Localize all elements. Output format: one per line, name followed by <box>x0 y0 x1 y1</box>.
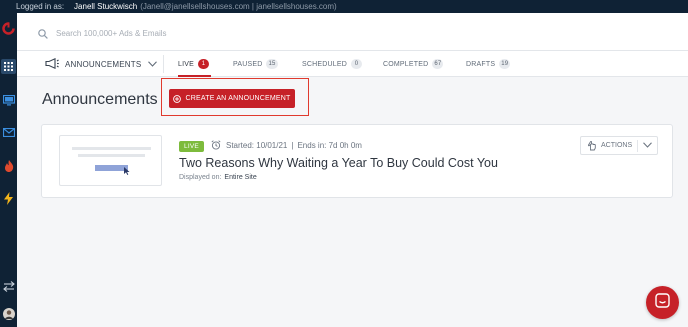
ends-in: Ends in: 7d 0h 0m <box>297 140 362 150</box>
swap-arrows-icon[interactable] <box>1 279 16 294</box>
logo-icon[interactable] <box>1 21 16 36</box>
tab-count-badge: 1 <box>197 59 209 69</box>
apps-grid-icon[interactable] <box>1 59 16 74</box>
create-announcement-label: CREATE AN ANNOUNCEMENT <box>185 95 291 102</box>
displayed-on: Displayed on: Entire Site <box>179 174 257 181</box>
logged-in-label: Logged in as: <box>16 2 65 11</box>
alarm-clock-icon <box>211 140 221 150</box>
tab-label: DRAFTS <box>466 60 496 68</box>
tab-label: PAUSED <box>233 60 263 68</box>
divider <box>163 55 164 73</box>
started-date: Started: 10/01/21 <box>226 140 288 150</box>
chevron-down-icon <box>643 142 652 150</box>
chat-icon <box>655 292 670 313</box>
search-bar <box>17 13 688 51</box>
announcement-schedule: Started: 10/01/21 | Ends in: 7d 0h 0m <box>211 140 362 150</box>
user-avatar[interactable] <box>1 306 16 321</box>
announcement-title[interactable]: Two Reasons Why Waiting a Year To Buy Co… <box>179 156 498 170</box>
divider <box>637 140 638 152</box>
displayed-on-label: Displayed on: <box>179 174 222 181</box>
tab-count-badge: 0 <box>350 59 362 69</box>
fire-icon[interactable] <box>1 158 16 173</box>
announcement-thumbnail[interactable] <box>59 135 162 186</box>
tab-count-badge: 19 <box>499 59 511 69</box>
section-tabs-bar: ANNOUNCEMENTS LIVE 1 PAUSED 15 SCHEDULED 0 … <box>17 51 688 77</box>
tab-paused[interactable]: PAUSED 15 <box>233 51 278 77</box>
tab-count-badge: 67 <box>432 59 444 69</box>
tab-label: LIVE <box>178 60 194 68</box>
monitor-icon[interactable] <box>1 93 16 108</box>
chevron-down-icon <box>148 60 158 69</box>
mail-icon[interactable] <box>1 125 16 140</box>
user-name: Janell Stuckwisch <box>74 2 138 11</box>
section-selector-label: ANNOUNCEMENTS <box>65 59 142 69</box>
bolt-icon[interactable] <box>1 191 16 206</box>
tab-live[interactable]: LIVE 1 <box>178 51 211 77</box>
status-badge: LIVE <box>179 141 204 152</box>
meta-separator: | <box>291 140 294 150</box>
displayed-on-value: Entire Site <box>224 174 257 181</box>
tab-completed[interactable]: COMPLETED 67 <box>383 51 444 77</box>
user-email: (Janell@janellsellshouses.com | janellse… <box>140 2 337 11</box>
tab-scheduled[interactable]: SCHEDULED 0 <box>302 51 362 77</box>
announcement-card[interactable]: LIVE Started: 10/01/21 | Ends in: 7d 0h 0m… <box>41 124 673 198</box>
tab-label: COMPLETED <box>383 60 429 68</box>
tab-count-badge: 15 <box>266 59 278 69</box>
actions-dropdown[interactable]: ACTIONS <box>580 136 658 155</box>
search-input[interactable] <box>56 26 356 40</box>
top-info-bar: Logged in as: Janell Stuckwisch (Janell@ja… <box>0 0 688 13</box>
page-title: Announcements <box>42 91 158 108</box>
pointer-hand-icon <box>587 140 597 151</box>
chat-launcher-button[interactable] <box>646 286 679 319</box>
sidebar <box>0 13 17 327</box>
tab-label: SCHEDULED <box>302 60 347 68</box>
plus-circle-icon <box>173 94 182 103</box>
section-selector-dropdown[interactable]: ANNOUNCEMENTS <box>45 57 158 71</box>
actions-label: ACTIONS <box>601 142 633 149</box>
megaphone-icon <box>45 57 59 71</box>
search-icon <box>38 26 48 44</box>
create-announcement-button[interactable]: CREATE AN ANNOUNCEMENT <box>169 89 295 108</box>
tab-drafts[interactable]: DRAFTS 19 <box>466 51 511 77</box>
